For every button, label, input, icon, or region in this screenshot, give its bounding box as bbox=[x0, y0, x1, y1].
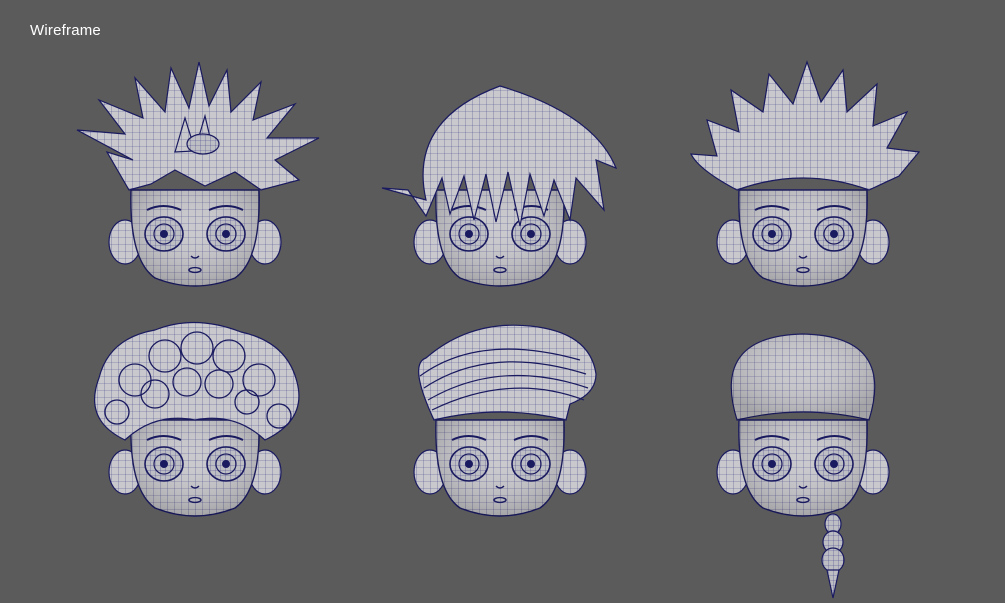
model-long-bangs[interactable] bbox=[381, 85, 618, 287]
model-bald-braid[interactable] bbox=[716, 333, 890, 599]
viewport[interactable] bbox=[0, 0, 1005, 603]
model-slicked-back[interactable] bbox=[413, 324, 597, 517]
model-spiky-hair[interactable] bbox=[76, 61, 320, 287]
model-swept-spiky[interactable] bbox=[689, 60, 921, 287]
model-curly-hair[interactable] bbox=[94, 321, 300, 517]
